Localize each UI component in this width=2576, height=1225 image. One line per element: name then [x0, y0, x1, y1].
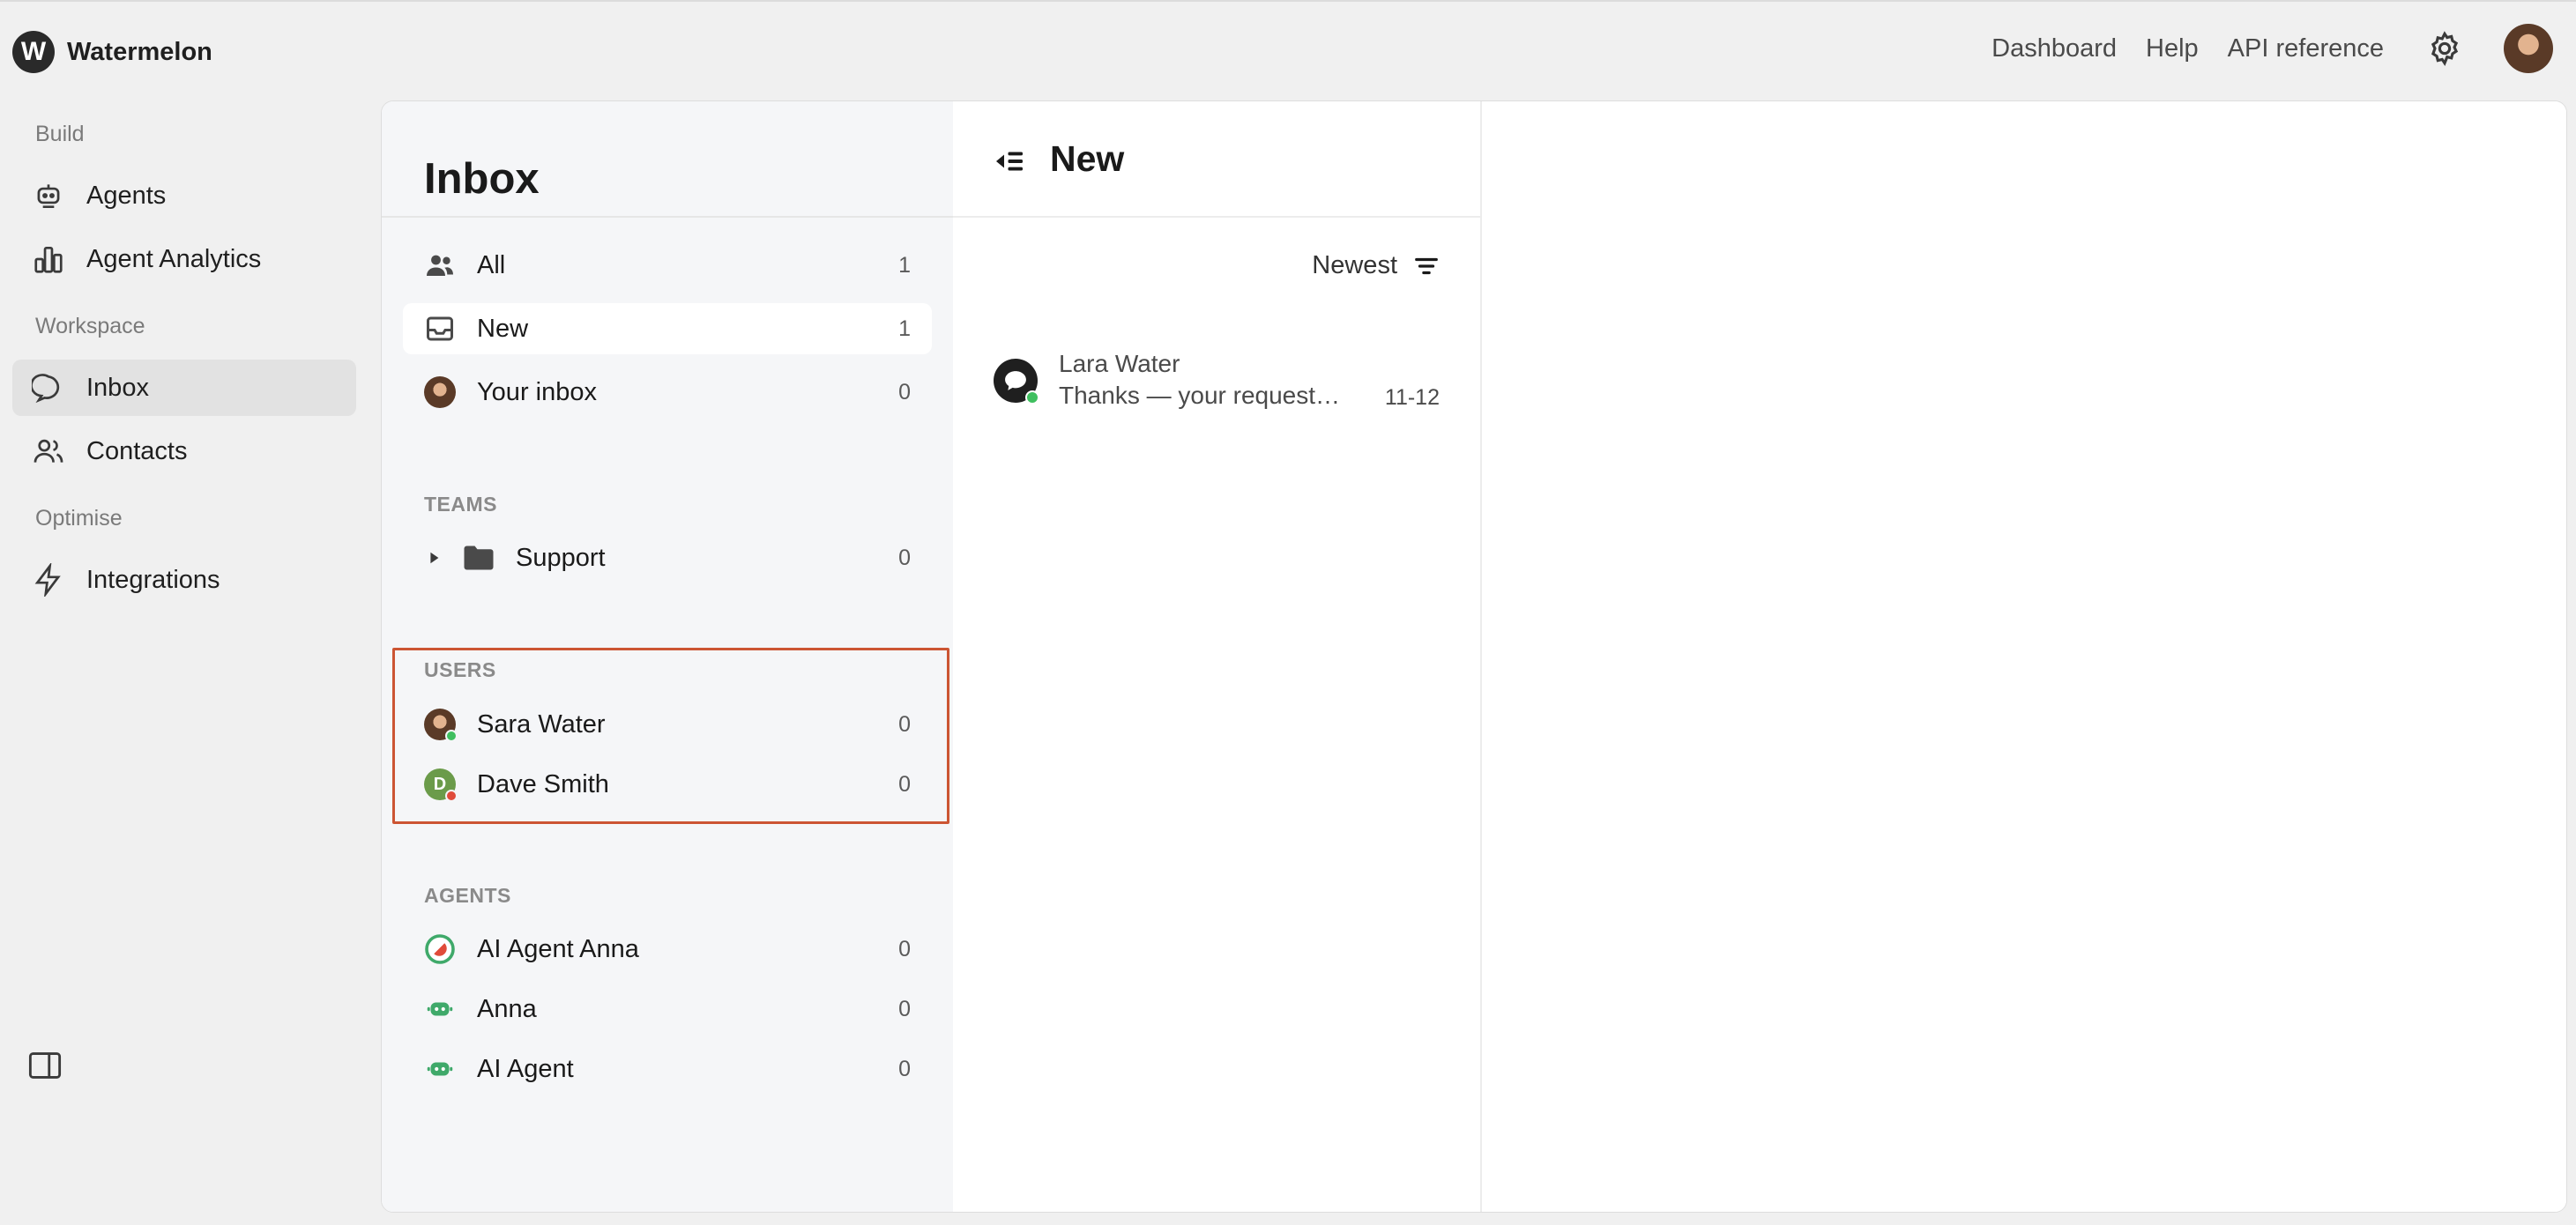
api-reference-link[interactable]: API reference	[2228, 34, 2384, 63]
section-label-build: Build	[35, 122, 85, 146]
row-label: Anna	[477, 994, 537, 1023]
row-count: 1	[898, 316, 911, 341]
main-card: Inbox All 1 New 1 Your inbox 0 TEAMS Sup…	[381, 100, 2567, 1213]
user-item-dave-smith[interactable]: D Dave Smith 0	[403, 759, 932, 810]
online-status-dot	[1025, 390, 1039, 405]
sidebar-item-contacts[interactable]: Contacts	[12, 423, 356, 479]
people-icon	[427, 255, 453, 276]
page-title: Inbox	[424, 155, 540, 203]
bar-chart-icon	[34, 246, 63, 273]
row-label: AI Agent Anna	[477, 934, 639, 963]
group-label-users: USERS	[424, 658, 496, 681]
sidebar-item-label: Agents	[86, 181, 167, 210]
row-label: AI Agent	[477, 1054, 574, 1083]
inbox-panel: Inbox All 1 New 1 Your inbox 0 TEAMS Sup…	[382, 101, 953, 1212]
filter-lines-icon	[1415, 257, 1438, 274]
brand[interactable]: W Watermelon	[12, 31, 212, 73]
inbox-view-your-inbox[interactable]: Your inbox 0	[403, 367, 932, 418]
divider	[382, 216, 953, 218]
conversation-avatar	[994, 359, 1039, 405]
row-count: 0	[898, 936, 911, 961]
sidebar-item-agents[interactable]: Agents	[12, 167, 356, 224]
sidebar-item-label: Inbox	[86, 373, 149, 402]
row-label: Sara Water	[477, 709, 606, 739]
help-link[interactable]: Help	[2146, 34, 2199, 63]
conversation-item[interactable]: Lara Water Thanks — your request h... 11…	[953, 330, 1482, 427]
sort-dropdown[interactable]: Newest	[1312, 251, 1440, 280]
chat-bubble-icon	[32, 374, 60, 404]
sidebar-item-integrations[interactable]: Integrations	[12, 552, 356, 608]
user-avatar[interactable]	[2504, 24, 2553, 73]
lightning-icon	[34, 563, 61, 597]
top-nav: Dashboard Help API reference	[1962, 24, 2553, 73]
group-label-agents: AGENTS	[424, 884, 511, 907]
robot-icon	[427, 1062, 453, 1076]
contacts-icon	[34, 439, 63, 463]
watermelon-agent-icon	[425, 934, 455, 964]
agent-item-ai-agent[interactable]: AI Agent 0	[403, 1043, 932, 1095]
sidebar-item-agent-analytics[interactable]: Agent Analytics	[12, 231, 356, 287]
user-avatar	[424, 709, 458, 742]
sidebar-item-label: Agent Analytics	[86, 244, 262, 273]
conversation-date: 11-12	[1384, 385, 1440, 410]
conversation-name: Lara Water	[1059, 350, 1180, 377]
conversation-detail-panel	[1482, 101, 2566, 1212]
row-count: 0	[898, 545, 911, 570]
section-label-workspace: Workspace	[35, 314, 145, 338]
caret-right-icon[interactable]	[426, 550, 442, 566]
avatar-initial: D	[433, 774, 447, 794]
row-label: New	[477, 314, 529, 343]
agent-item-anna[interactable]: Anna 0	[403, 984, 932, 1035]
conversation-preview: Thanks — your request h...	[1059, 382, 1341, 409]
list-header: New	[953, 101, 1482, 218]
watermelon-logo: W	[12, 31, 55, 73]
user-avatar	[424, 376, 456, 408]
dashboard-link[interactable]: Dashboard	[1992, 34, 2117, 63]
online-status-dot	[445, 730, 458, 742]
sidebar-item-inbox[interactable]: Inbox	[12, 360, 356, 416]
inbox-view-all[interactable]: All 1	[403, 240, 932, 291]
collapse-list-icon[interactable]	[994, 145, 1025, 177]
team-item-support[interactable]: Support 0	[403, 532, 932, 583]
row-count: 0	[898, 711, 911, 737]
conversation-list-panel: New Newest Lara Water Thanks — your requ…	[953, 101, 1482, 1212]
row-count: 0	[898, 379, 911, 405]
row-label: All	[477, 250, 506, 279]
row-count: 0	[898, 1056, 911, 1081]
row-label: Your inbox	[477, 377, 597, 406]
row-count: 0	[898, 996, 911, 1021]
user-avatar: D	[424, 768, 458, 802]
inbox-view-new[interactable]: New 1	[403, 303, 932, 354]
folder-icon	[464, 546, 494, 570]
robot-icon	[37, 184, 60, 209]
sidebar-toggle-icon[interactable]	[28, 1051, 62, 1080]
busy-status-dot	[445, 790, 458, 802]
tray-icon	[427, 316, 453, 341]
row-count: 0	[898, 771, 911, 797]
section-label-optimise: Optimise	[35, 506, 123, 531]
agent-item-ai-agent-anna[interactable]: AI Agent Anna 0	[403, 924, 932, 975]
sidebar-item-label: Contacts	[86, 436, 188, 465]
sidebar-item-label: Integrations	[86, 565, 220, 594]
robot-icon	[427, 1002, 453, 1016]
group-label-teams: TEAMS	[424, 493, 497, 516]
row-label: Dave Smith	[477, 769, 609, 798]
chat-bubble-icon	[1005, 371, 1026, 390]
list-title: New	[1050, 138, 1125, 179]
row-count: 1	[898, 252, 911, 278]
row-label: Support	[516, 543, 606, 572]
sort-label: Newest	[1312, 251, 1397, 279]
app-name: Watermelon	[67, 37, 212, 66]
gear-icon[interactable]	[2426, 30, 2463, 67]
top-bar: W Watermelon Dashboard Help API referenc…	[0, 0, 2576, 100]
user-item-sara-water[interactable]: Sara Water 0	[403, 699, 932, 750]
